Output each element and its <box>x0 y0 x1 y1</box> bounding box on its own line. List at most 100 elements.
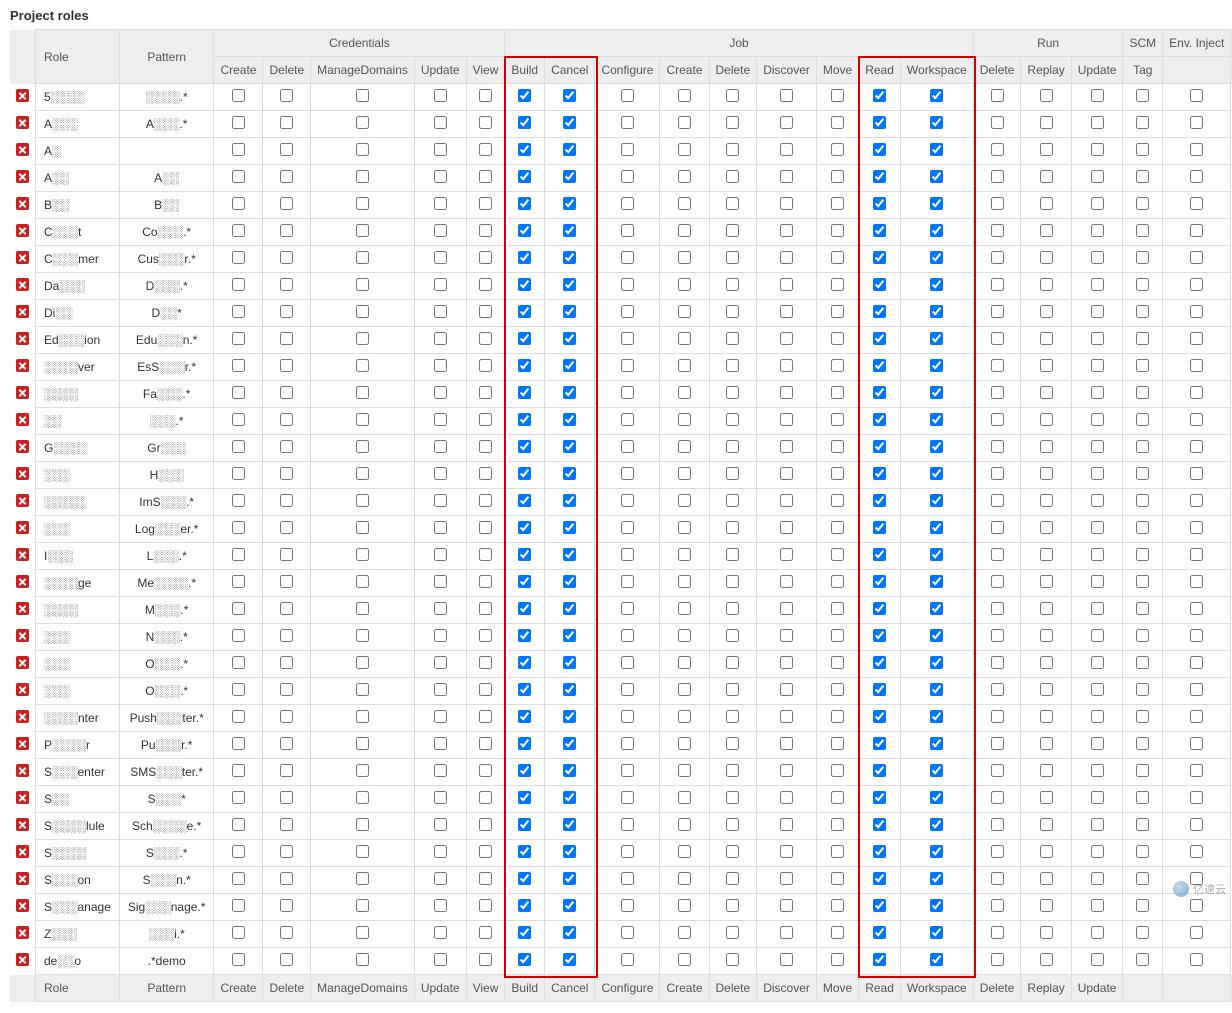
perm-checkbox[interactable] <box>1040 278 1053 291</box>
perm-checkbox[interactable] <box>831 170 844 183</box>
perm-checkbox[interactable] <box>479 467 492 480</box>
perm-checkbox[interactable] <box>518 791 531 804</box>
perm-checkbox[interactable] <box>780 953 793 966</box>
perm-checkbox[interactable] <box>873 737 886 750</box>
perm-checkbox[interactable] <box>280 764 293 777</box>
perm-checkbox[interactable] <box>930 143 943 156</box>
perm-checkbox[interactable] <box>356 251 369 264</box>
perm-checkbox[interactable] <box>1190 656 1203 669</box>
perm-checkbox[interactable] <box>1040 899 1053 912</box>
perm-checkbox[interactable] <box>930 845 943 858</box>
perm-checkbox[interactable] <box>1190 386 1203 399</box>
perm-checkbox[interactable] <box>518 575 531 588</box>
perm-checkbox[interactable] <box>232 737 245 750</box>
close-icon[interactable] <box>16 143 29 156</box>
perm-checkbox[interactable] <box>873 791 886 804</box>
perm-checkbox[interactable] <box>678 494 691 507</box>
perm-checkbox[interactable] <box>1136 278 1149 291</box>
perm-checkbox[interactable] <box>518 521 531 534</box>
perm-checkbox[interactable] <box>1040 359 1053 372</box>
perm-checkbox[interactable] <box>930 413 943 426</box>
perm-checkbox[interactable] <box>356 710 369 723</box>
perm-checkbox[interactable] <box>726 791 739 804</box>
perm-checkbox[interactable] <box>1190 332 1203 345</box>
perm-checkbox[interactable] <box>991 872 1004 885</box>
perm-checkbox[interactable] <box>1040 953 1053 966</box>
perm-checkbox[interactable] <box>991 332 1004 345</box>
perm-checkbox[interactable] <box>991 413 1004 426</box>
perm-checkbox[interactable] <box>518 764 531 777</box>
perm-checkbox[interactable] <box>1136 872 1149 885</box>
perm-checkbox[interactable] <box>1040 413 1053 426</box>
perm-checkbox[interactable] <box>621 710 634 723</box>
perm-checkbox[interactable] <box>280 278 293 291</box>
perm-checkbox[interactable] <box>280 926 293 939</box>
perm-checkbox[interactable] <box>280 602 293 615</box>
perm-checkbox[interactable] <box>1091 521 1104 534</box>
perm-checkbox[interactable] <box>1040 305 1053 318</box>
perm-checkbox[interactable] <box>356 359 369 372</box>
perm-checkbox[interactable] <box>356 602 369 615</box>
perm-checkbox[interactable] <box>780 629 793 642</box>
perm-checkbox[interactable] <box>434 926 447 939</box>
perm-checkbox[interactable] <box>356 656 369 669</box>
perm-checkbox[interactable] <box>1040 440 1053 453</box>
perm-checkbox[interactable] <box>930 764 943 777</box>
perm-checkbox[interactable] <box>356 116 369 129</box>
perm-checkbox[interactable] <box>678 413 691 426</box>
perm-checkbox[interactable] <box>726 305 739 318</box>
perm-checkbox[interactable] <box>831 89 844 102</box>
perm-checkbox[interactable] <box>518 170 531 183</box>
perm-checkbox[interactable] <box>930 656 943 669</box>
perm-checkbox[interactable] <box>479 548 492 561</box>
perm-checkbox[interactable] <box>621 737 634 750</box>
perm-checkbox[interactable] <box>873 440 886 453</box>
perm-checkbox[interactable] <box>678 629 691 642</box>
close-icon[interactable] <box>16 629 29 642</box>
perm-checkbox[interactable] <box>434 791 447 804</box>
perm-checkbox[interactable] <box>479 332 492 345</box>
perm-checkbox[interactable] <box>873 386 886 399</box>
perm-checkbox[interactable] <box>621 548 634 561</box>
perm-checkbox[interactable] <box>1136 737 1149 750</box>
perm-checkbox[interactable] <box>1040 332 1053 345</box>
perm-checkbox[interactable] <box>434 872 447 885</box>
perm-checkbox[interactable] <box>563 467 576 480</box>
perm-checkbox[interactable] <box>1136 602 1149 615</box>
perm-checkbox[interactable] <box>518 953 531 966</box>
perm-checkbox[interactable] <box>563 521 576 534</box>
perm-checkbox[interactable] <box>356 845 369 858</box>
perm-checkbox[interactable] <box>1190 548 1203 561</box>
perm-checkbox[interactable] <box>232 116 245 129</box>
perm-checkbox[interactable] <box>563 494 576 507</box>
perm-checkbox[interactable] <box>1136 467 1149 480</box>
perm-checkbox[interactable] <box>726 872 739 885</box>
perm-checkbox[interactable] <box>232 332 245 345</box>
perm-checkbox[interactable] <box>1040 845 1053 858</box>
perm-checkbox[interactable] <box>621 818 634 831</box>
perm-checkbox[interactable] <box>518 548 531 561</box>
perm-checkbox[interactable] <box>1040 818 1053 831</box>
perm-checkbox[interactable] <box>1040 224 1053 237</box>
perm-checkbox[interactable] <box>356 548 369 561</box>
perm-checkbox[interactable] <box>434 170 447 183</box>
perm-checkbox[interactable] <box>1136 413 1149 426</box>
perm-checkbox[interactable] <box>280 332 293 345</box>
perm-checkbox[interactable] <box>678 89 691 102</box>
perm-checkbox[interactable] <box>1040 251 1053 264</box>
perm-checkbox[interactable] <box>930 386 943 399</box>
perm-checkbox[interactable] <box>280 251 293 264</box>
perm-checkbox[interactable] <box>280 845 293 858</box>
perm-checkbox[interactable] <box>780 926 793 939</box>
perm-checkbox[interactable] <box>1136 953 1149 966</box>
perm-checkbox[interactable] <box>678 278 691 291</box>
perm-checkbox[interactable] <box>621 278 634 291</box>
close-icon[interactable] <box>16 737 29 750</box>
perm-checkbox[interactable] <box>479 575 492 588</box>
perm-checkbox[interactable] <box>780 386 793 399</box>
perm-checkbox[interactable] <box>621 845 634 858</box>
perm-checkbox[interactable] <box>1091 359 1104 372</box>
perm-checkbox[interactable] <box>563 737 576 750</box>
perm-checkbox[interactable] <box>991 548 1004 561</box>
perm-checkbox[interactable] <box>563 197 576 210</box>
